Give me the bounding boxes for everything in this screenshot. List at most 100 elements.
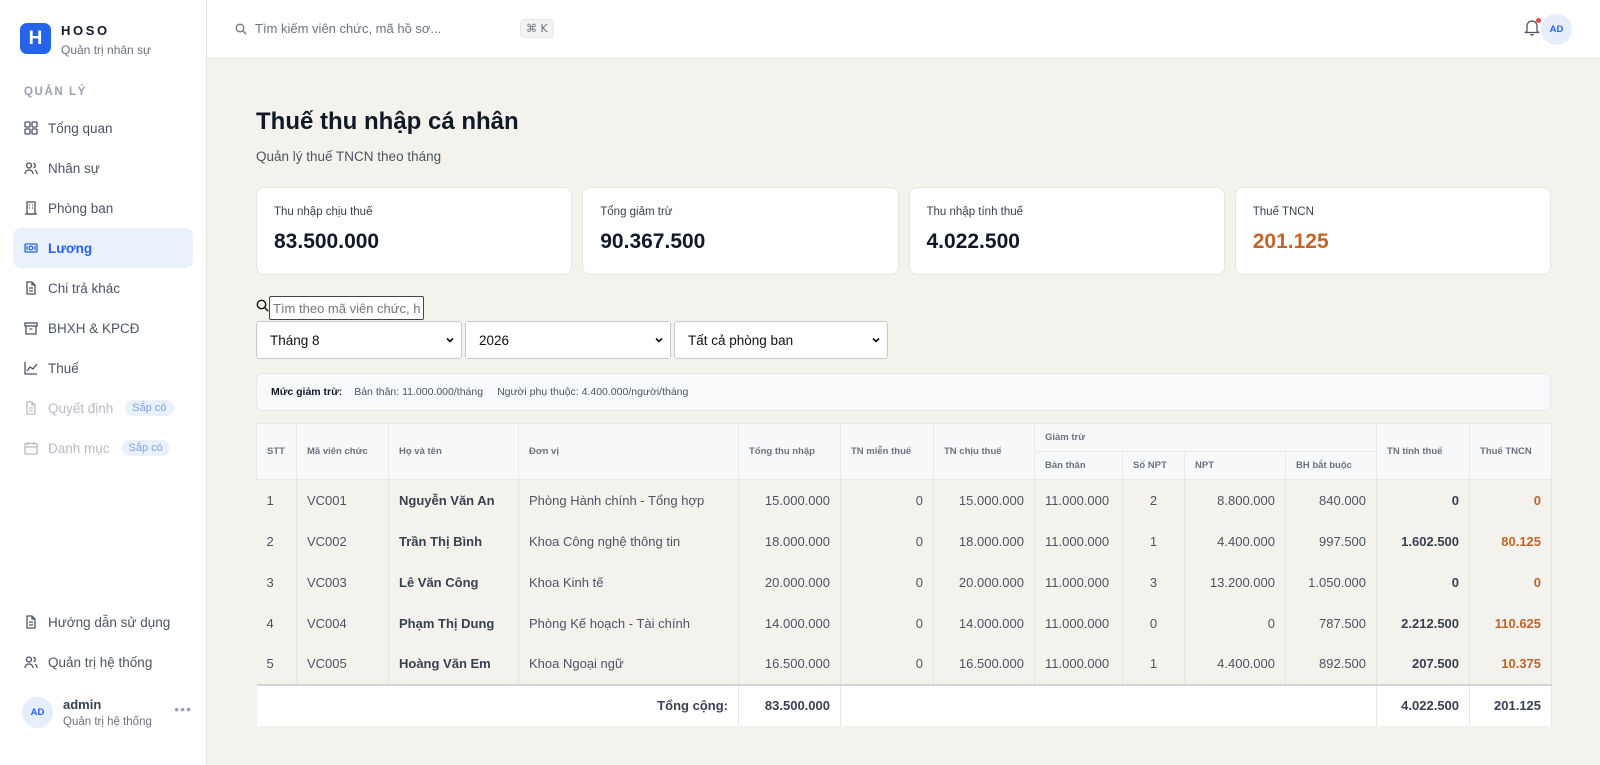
card-label: Thu nhập tính thuế: [926, 206, 1024, 218]
sidebar-item-quyet-dinh: Quyết định Sắp có: [13, 388, 193, 428]
user-profile[interactable]: AD admin Quản trị hệ thống •••: [22, 692, 192, 732]
cell-npt: 4.400.000: [1184, 520, 1286, 562]
cell-assessable: 207.500: [1376, 643, 1471, 685]
sidebar-item-nhan-su[interactable]: Nhân sự: [13, 148, 193, 188]
cell-insurance: 1.050.000: [1285, 561, 1378, 603]
sidebar-item-chi-tra-khac[interactable]: Chi trả khác: [13, 268, 193, 308]
col-header-assessable: TN tính thuế: [1376, 423, 1471, 480]
sidebar-item-label: Hướng dẫn sử dụng: [48, 614, 171, 630]
card-value: 201.125: [1252, 230, 1329, 253]
search-input[interactable]: [255, 21, 510, 36]
sidebar-item-quan-tri[interactable]: Quản trị hệ thống: [13, 642, 193, 682]
cell-assessable: 1.602.500: [1376, 520, 1471, 562]
sidebar-item-label: Tổng quan: [48, 120, 113, 136]
cell-unit: Phòng Hành chính - Tổng hợp: [518, 479, 739, 521]
cell-self: 11.000.000: [1034, 561, 1123, 603]
cell-unit: Phòng Kế hoạch - Tài chính: [518, 602, 739, 644]
cell-self: 11.000.000: [1034, 643, 1123, 685]
cell-gross: 20.000.000: [738, 561, 841, 603]
more-options-icon[interactable]: •••: [174, 701, 192, 717]
user-role: Quản trị hệ thống: [63, 715, 152, 728]
notification-button[interactable]: [1523, 18, 1541, 36]
cell-npt: 4.400.000: [1184, 643, 1286, 685]
col-header-gross: Tổng thu nhập: [738, 423, 841, 480]
cell-name: Phạm Thị Dung: [388, 602, 519, 644]
cell-self: 11.000.000: [1034, 479, 1123, 521]
avatar[interactable]: AD: [1541, 14, 1572, 45]
cell-stt: 4: [256, 602, 297, 644]
sidebar-item-phong-ban[interactable]: Phòng ban: [13, 188, 193, 228]
cell-gross: 15.000.000: [738, 479, 841, 521]
cell-stt: 3: [256, 561, 297, 603]
sidebar-item-huong-dan[interactable]: Hướng dẫn sử dụng: [13, 602, 193, 642]
cell-assessable: 2.212.500: [1376, 602, 1471, 644]
brand-subtitle: Quản trị nhân sự: [61, 43, 152, 57]
employee-search-input[interactable]: [269, 296, 424, 320]
cell-tax: 110.625: [1469, 602, 1553, 644]
sidebar-item-bhxh-kpcd[interactable]: BHXH & KPCĐ: [13, 308, 193, 348]
table-row[interactable]: 4 VC004 Phạm Thị Dung Phòng Kế hoạch - T…: [256, 602, 1553, 644]
table-row[interactable]: 1 VC001 Nguyễn Văn An Phòng Hành chính -…: [256, 479, 1553, 521]
sidebar-item-tong-quan[interactable]: Tổng quan: [13, 108, 193, 148]
notification-dot: [1536, 18, 1541, 23]
cell-code: VC002: [296, 520, 389, 562]
sidebar-item-label: Quyết định: [48, 400, 114, 416]
month-select[interactable]: Tháng 8: [256, 321, 462, 359]
table-row[interactable]: 3 VC003 Lê Văn Công Khoa Kinh tế 20.000.…: [256, 561, 1553, 603]
cell-self: 11.000.000: [1034, 602, 1123, 644]
total-spacer: [840, 683, 1378, 726]
cell-tax: 80.125: [1469, 520, 1553, 562]
cell-unit: Khoa Công nghệ thông tin: [518, 520, 739, 562]
cell-name: Hoàng Văn Em: [388, 643, 519, 685]
cell-insurance: 892.500: [1285, 643, 1378, 685]
cell-exempt: 0: [840, 520, 934, 562]
cell-tax: 0: [1469, 561, 1553, 603]
cell-gross: 18.000.000: [738, 520, 841, 562]
year-select[interactable]: 2026: [465, 321, 671, 359]
table-row[interactable]: 5 VC005 Hoàng Văn Em Khoa Ngoại ngữ 16.5…: [256, 643, 1553, 685]
sidebar-item-luong[interactable]: Lương: [13, 228, 193, 268]
total-assessable: 4.022.500: [1376, 683, 1471, 726]
col-header-deduction: Giảm trừ: [1033, 423, 1378, 452]
coming-soon-badge: Sắp có: [121, 440, 170, 456]
cell-unit: Khoa Kinh tế: [518, 561, 739, 603]
nav-section-label: QUẢN LÝ: [24, 86, 87, 98]
sidebar-item-label: Thuế: [48, 360, 79, 376]
cell-taxable: 16.500.000: [933, 643, 1035, 685]
sidebar-item-label: Chi trả khác: [48, 280, 121, 296]
summary-card: Tổng giảm trừ 90.367.500: [582, 187, 899, 275]
deduction-label: Mức giảm trừ:: [271, 386, 343, 398]
calendar-icon: [24, 441, 38, 455]
global-search: ⌘ K: [235, 19, 554, 38]
cell-stt: 5: [256, 643, 297, 685]
sidebar-nav: Tổng quan Nhân sự Phòng ban Lương Chi tr…: [13, 108, 193, 468]
users-icon: [24, 655, 38, 669]
cell-taxable: 15.000.000: [933, 479, 1035, 521]
cell-npt: 8.800.000: [1184, 479, 1286, 521]
col-header-unit: Đơn vị: [518, 423, 739, 480]
cell-code: VC003: [296, 561, 389, 603]
col-header-taxable: TN chịu thuế: [933, 423, 1035, 480]
cell-exempt: 0: [840, 602, 934, 644]
sidebar-item-thue[interactable]: Thuế: [13, 348, 193, 388]
cell-name: Lê Văn Công: [388, 561, 519, 603]
col-header-exempt: TN miễn thuế: [840, 423, 934, 480]
table-row[interactable]: 2 VC002 Trần Thị Bình Khoa Công nghệ thô…: [256, 520, 1553, 562]
deduction-self: Bản thân: 11.000.000/tháng: [354, 386, 484, 398]
brand-logo: H: [20, 23, 51, 54]
user-name: admin: [63, 696, 102, 712]
sidebar-item-label: Danh mục: [48, 440, 110, 456]
cell-name: Nguyễn Văn An: [388, 479, 519, 521]
chevron-down-icon: [655, 337, 663, 343]
deduction-info: Mức giảm trừ: Bản thân: 11.000.000/tháng…: [256, 373, 1551, 411]
sidebar-bottom-nav: Hướng dẫn sử dụng Quản trị hệ thống: [13, 602, 193, 682]
total-tax: 201.125: [1469, 683, 1553, 726]
brand[interactable]: H HOSO Quản trị nhân sự: [20, 23, 151, 57]
cell-unit: Khoa Ngoại ngữ: [518, 643, 739, 685]
department-select[interactable]: Tất cả phòng ban: [674, 321, 888, 359]
cell-code: VC001: [296, 479, 389, 521]
search-icon: [256, 299, 269, 312]
cell-gross: 14.000.000: [738, 602, 841, 644]
page-title: Thuế thu nhập cá nhân: [256, 108, 519, 135]
card-value: 4.022.500: [926, 230, 1020, 253]
